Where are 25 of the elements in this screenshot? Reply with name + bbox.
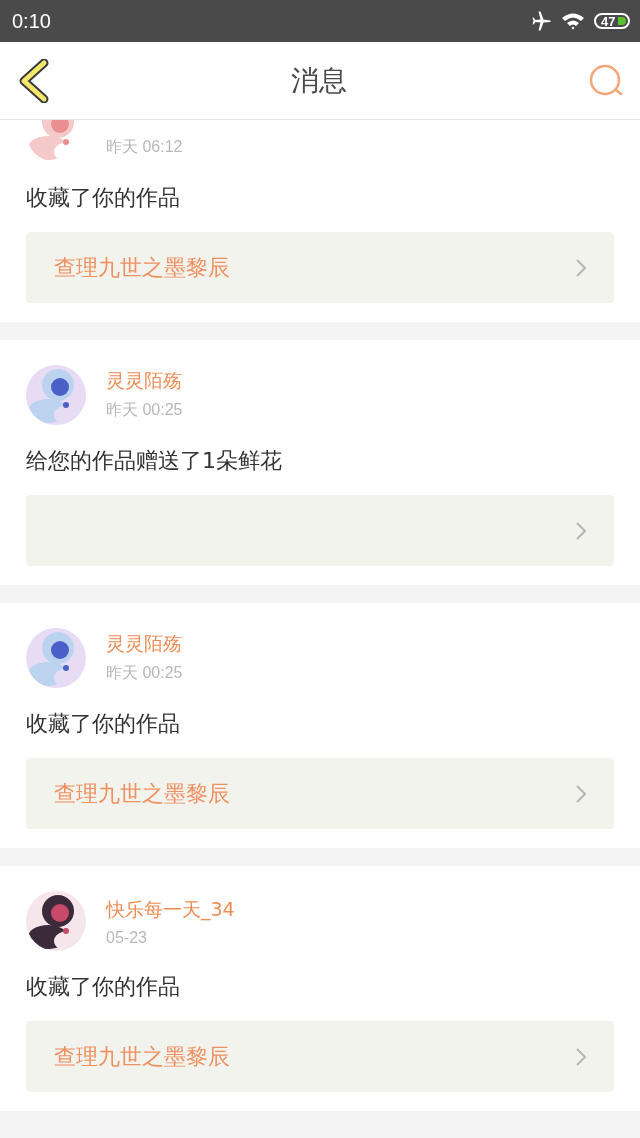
message-text: 收藏了你的作品 (26, 973, 181, 1001)
message-time: 昨天 06:12 (106, 137, 183, 157)
chevron-icon (576, 258, 586, 277)
work-link[interactable] (26, 495, 614, 566)
status-time: 0:10 (12, 9, 51, 33)
page-title: 消息 (291, 62, 347, 99)
chevron-icon (576, 521, 586, 540)
user-name[interactable]: 快乐每一天_34 (106, 897, 235, 923)
back-icon[interactable] (18, 58, 50, 103)
message-text: 收藏了你的作品 (26, 184, 181, 212)
work-link[interactable]: 查理九世之墨黎辰 (26, 1021, 614, 1092)
message-text: 收藏了你的作品 (26, 710, 181, 738)
work-link[interactable]: 查理九世之墨黎辰 (26, 758, 614, 829)
chevron-icon (576, 784, 586, 803)
user-name[interactable]: 灵灵陌殇 (106, 631, 183, 657)
message-time: 昨天 00:25 (106, 663, 183, 683)
battery-icon: 47 (594, 13, 630, 29)
airplane-icon (530, 11, 552, 31)
message-text: 给您的作品赠送了1朵鲜花 (26, 447, 283, 475)
wifi-icon (560, 11, 586, 31)
message-time: 05-23 (106, 929, 148, 947)
message-time: 昨天 00:25 (106, 400, 183, 420)
chevron-icon (576, 1047, 586, 1066)
user-name[interactable]: 灵灵陌殇 (106, 368, 183, 394)
work-link[interactable]: 查理九世之墨黎辰 (26, 232, 614, 303)
